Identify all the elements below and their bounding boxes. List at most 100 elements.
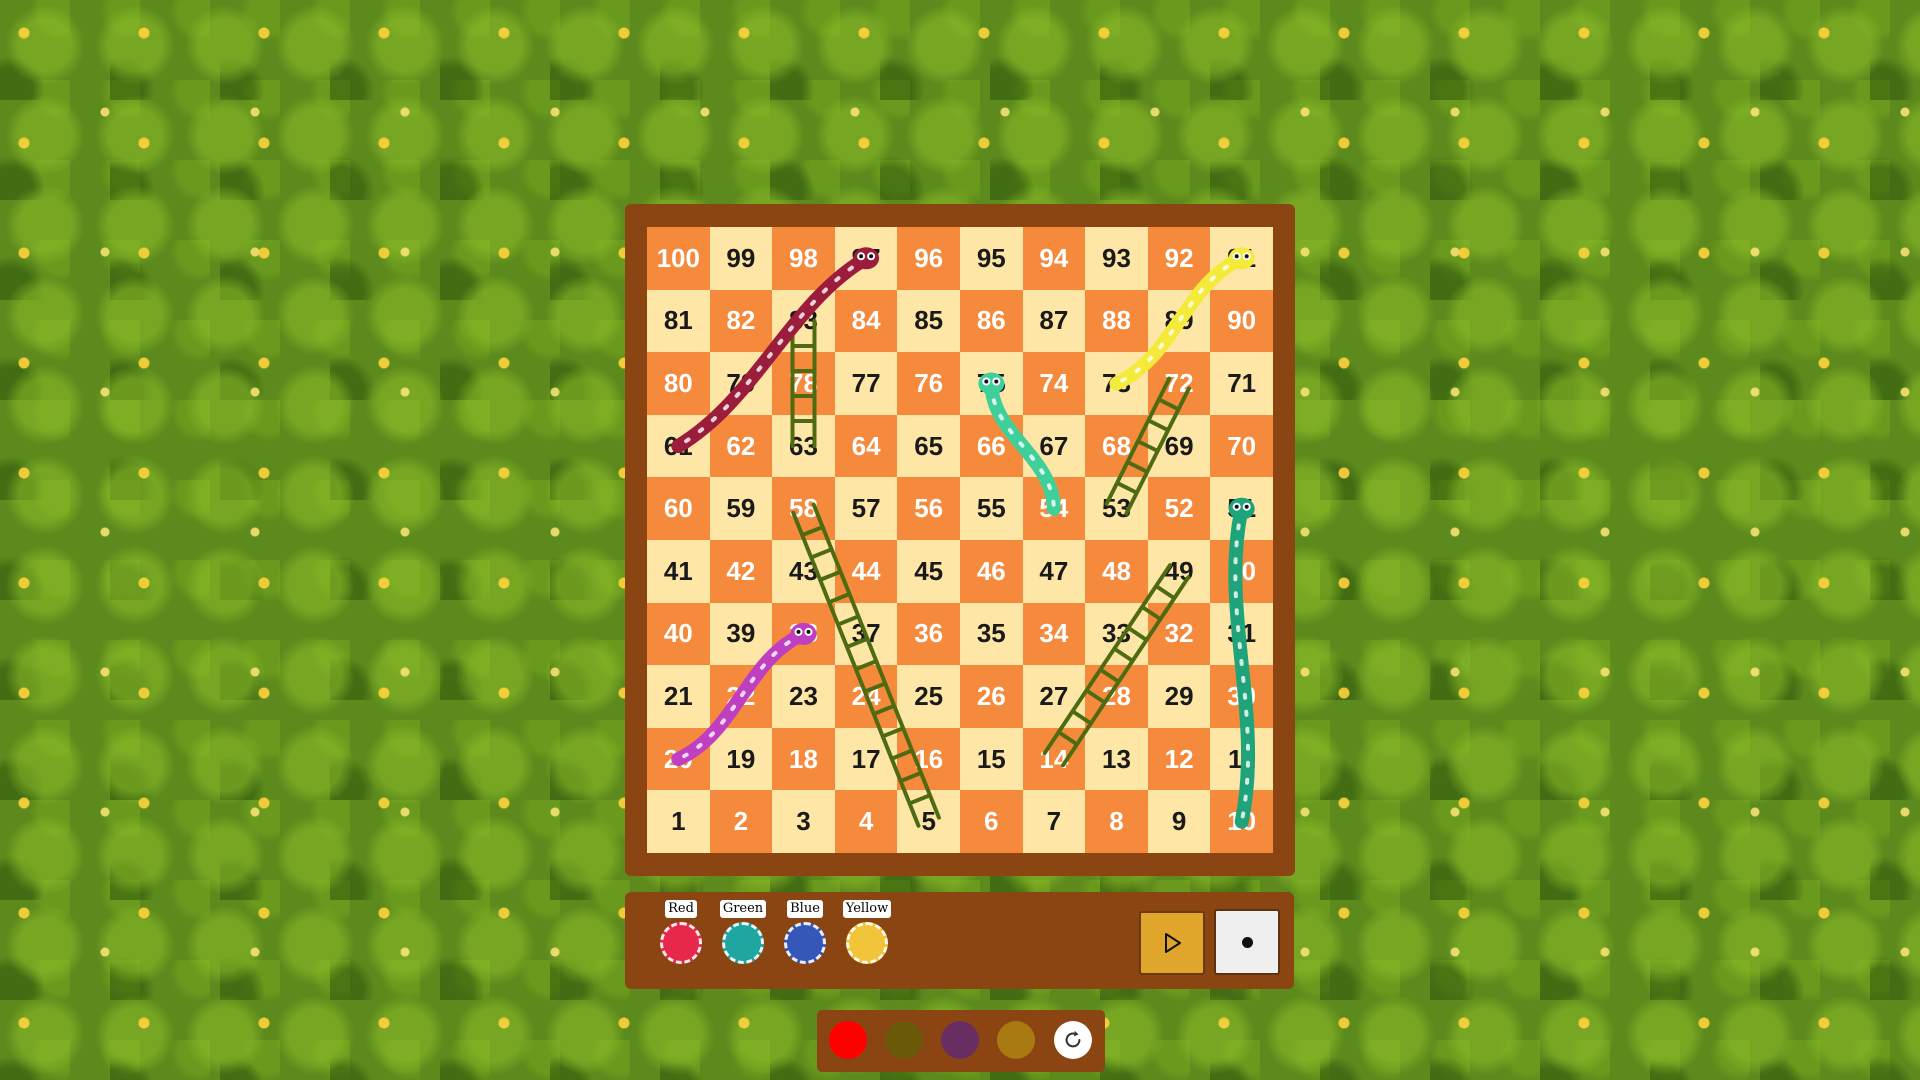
board-cell: 99 (709, 227, 773, 290)
cell-number: 82 (726, 305, 756, 336)
cell-number: 58 (789, 493, 818, 524)
cell-number: 32 (1164, 618, 1194, 649)
cell-number: 21 (663, 680, 693, 711)
cell-number: 24 (851, 680, 881, 711)
cell-number: 95 (976, 242, 1006, 273)
board-cell: 44 (834, 539, 898, 603)
cell-number: 91 (1227, 242, 1257, 273)
cell-number: 87 (1039, 305, 1069, 336)
cell-number: 13 (1102, 743, 1131, 774)
board-cell: 43 (772, 539, 835, 603)
cell-number: 60 (663, 493, 693, 524)
board-cell: 15 (959, 727, 1023, 791)
cell-number: 56 (914, 493, 944, 524)
cell-number: 43 (789, 555, 818, 586)
cell-number: 64 (851, 430, 881, 461)
board-cell: 1 (647, 790, 710, 853)
cell-number: 100 (656, 242, 700, 273)
board-cell: 14 (1022, 727, 1086, 791)
player-yellow-token[interactable] (846, 922, 888, 964)
board-cell: 25 (897, 665, 960, 728)
cell-number: 85 (914, 305, 944, 336)
player-green-token[interactable] (722, 922, 764, 964)
cell-number: 22 (726, 680, 756, 711)
play-button[interactable] (1139, 911, 1205, 975)
cell-number: 59 (726, 493, 756, 524)
board-cell: 53 (1085, 477, 1148, 540)
board-cell: 3 (772, 790, 835, 853)
reset-button[interactable] (1054, 1021, 1092, 1059)
game-board: 100 99 98 97 96 95 94 93 92 91 81 82 83 84 85 86 87 88 89 9… (647, 227, 1273, 853)
color-swatch-gold[interactable] (997, 1021, 1035, 1059)
board-cell: 23 (772, 665, 835, 728)
board-cell: 70 (1210, 414, 1273, 478)
cell-number: 14 (1039, 743, 1069, 774)
board-cell: 63 (772, 414, 835, 478)
cell-number: 76 (914, 367, 944, 398)
board-cell: 89 (1147, 289, 1211, 353)
cell-number: 88 (1102, 305, 1131, 336)
color-swatch-olive[interactable] (885, 1021, 923, 1059)
dice[interactable] (1214, 909, 1280, 975)
player-yellow[interactable]: Yellow (837, 899, 897, 964)
board-cell: 41 (647, 539, 710, 603)
player-blue[interactable]: Blue (775, 899, 835, 964)
cell-number: 20 (663, 743, 693, 774)
cell-number: 12 (1164, 743, 1194, 774)
board-cell: 47 (1022, 539, 1086, 603)
board-cell: 33 (1085, 602, 1148, 666)
board-cell: 45 (897, 539, 960, 603)
board-cell: 65 (897, 414, 960, 478)
dice-pip (1241, 936, 1253, 948)
cell-number: 86 (976, 305, 1006, 336)
board-cell: 73 (1085, 352, 1148, 415)
cell-number: 7 (1046, 806, 1062, 837)
player-red-token[interactable] (660, 922, 702, 964)
board-cell: 68 (1085, 414, 1148, 478)
board-cell: 71 (1210, 352, 1273, 415)
cell-number: 38 (789, 618, 818, 649)
cell-number: 45 (914, 555, 944, 586)
board-cell: 72 (1147, 352, 1211, 415)
board-cell: 100 (647, 227, 710, 290)
board-cell: 95 (959, 227, 1023, 290)
cell-number: 8 (1109, 806, 1124, 837)
board-cell: 34 (1022, 602, 1086, 666)
color-swatch-purple[interactable] (941, 1021, 979, 1059)
board-cell: 48 (1085, 539, 1148, 603)
cell-number: 72 (1164, 367, 1194, 398)
cell-number: 97 (851, 242, 881, 273)
board-cell: 62 (709, 414, 773, 478)
play-icon (1165, 933, 1181, 953)
board-cell: 57 (834, 477, 898, 540)
player-panel: Red Green Blue Yellow (625, 892, 1294, 989)
board-cell: 22 (709, 665, 773, 728)
cell-number: 52 (1164, 493, 1194, 524)
player-blue-token[interactable] (784, 922, 826, 964)
cell-number: 6 (984, 806, 999, 837)
board-cell: 61 (647, 414, 710, 478)
board-cell: 32 (1147, 602, 1211, 666)
board-cell: 27 (1022, 665, 1086, 728)
board-cell: 66 (959, 414, 1023, 478)
board-cell: 31 (1210, 602, 1273, 666)
cell-number: 78 (789, 367, 818, 398)
cell-number: 65 (914, 430, 944, 461)
cell-number: 57 (851, 493, 881, 524)
board-cell: 75 (959, 352, 1023, 415)
board-cell: 10 (1210, 790, 1273, 853)
cell-number: 26 (976, 680, 1006, 711)
board-cell: 40 (647, 602, 710, 666)
cell-number: 90 (1227, 305, 1257, 336)
cell-number: 71 (1227, 367, 1257, 398)
player-green[interactable]: Green (713, 899, 773, 964)
cell-number: 73 (1102, 367, 1131, 398)
board-cell: 50 (1210, 539, 1273, 603)
cell-number: 18 (789, 743, 818, 774)
cell-number: 36 (914, 618, 944, 649)
player-red[interactable]: Red (651, 899, 711, 964)
cell-number: 28 (1102, 680, 1131, 711)
cell-number: 10 (1227, 806, 1257, 837)
board-cell: 78 (772, 352, 835, 415)
color-swatch-red[interactable] (829, 1021, 867, 1059)
